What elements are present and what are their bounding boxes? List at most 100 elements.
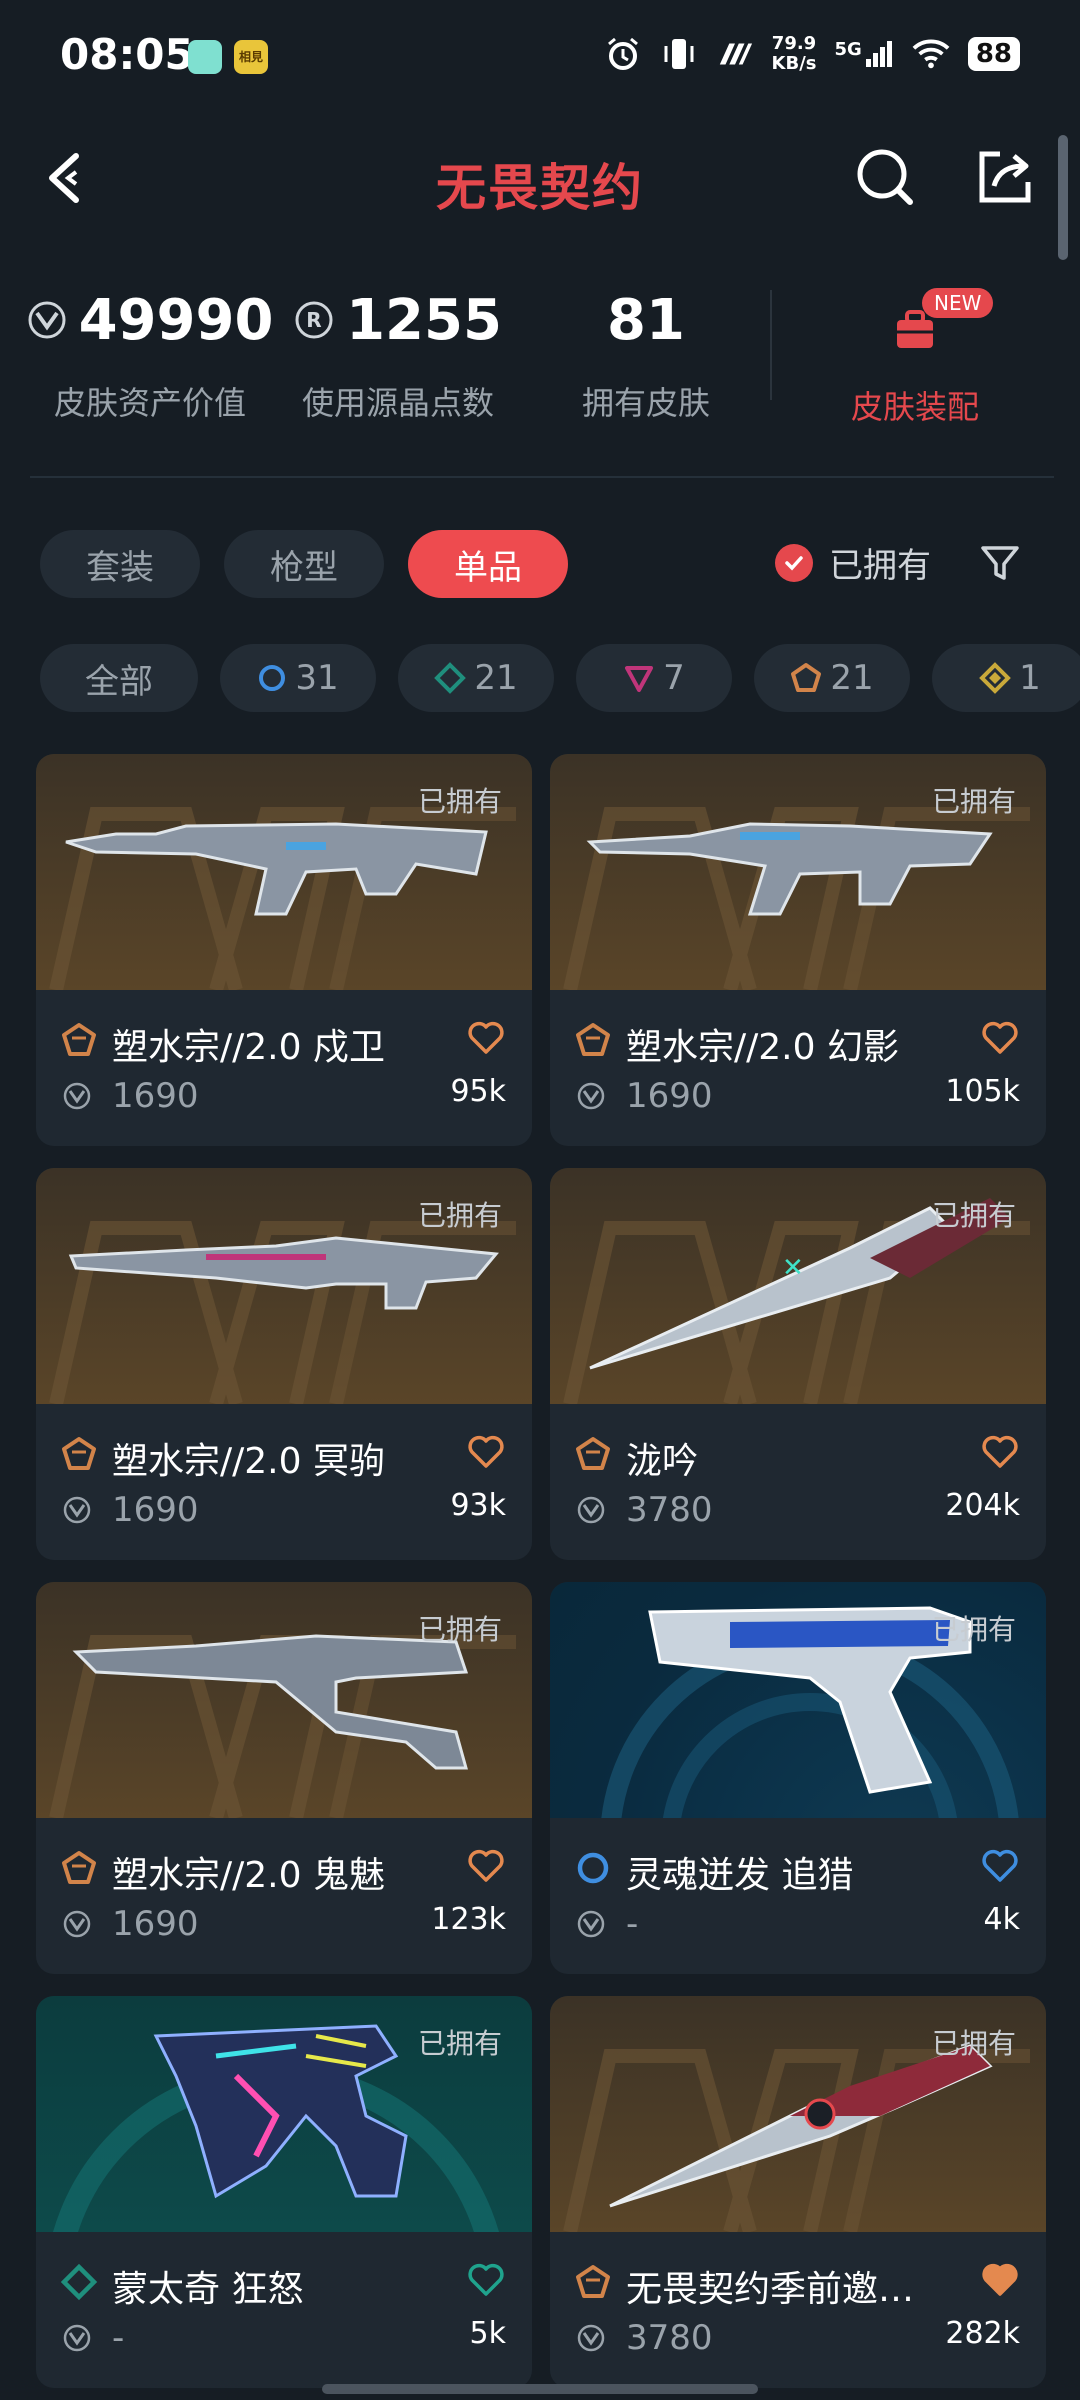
radianite-stat: R 1255 使用源晶点数 <box>268 280 528 424</box>
like-button[interactable] <box>980 1018 1020 1058</box>
exclusive-tier-icon <box>60 1849 98 1896</box>
chip-ultra-tier[interactable]: 1 <box>932 644 1080 712</box>
svg-text:R: R <box>306 308 321 332</box>
deluxe-tier-icon <box>434 662 467 694</box>
like-button[interactable] <box>466 1018 506 1058</box>
svg-text:✕: ✕ <box>782 1253 804 1283</box>
like-button[interactable] <box>980 1846 1020 1886</box>
check-icon <box>775 543 813 582</box>
tab-weapon-type[interactable]: 枪型 <box>224 530 384 598</box>
exclusive-tier-icon <box>60 1435 98 1482</box>
filter-button[interactable] <box>975 538 1025 588</box>
section-divider <box>30 476 1054 478</box>
skin-image: 已拥有 <box>36 1996 532 2232</box>
skin-price: 3780 <box>576 1490 713 1530</box>
price-value: 1690 <box>626 1076 713 1116</box>
radianite-label: 使用源晶点数 <box>301 384 494 422</box>
skin-price: 1690 <box>62 1076 199 1116</box>
home-indicator[interactable] <box>322 2384 758 2394</box>
valorant-point-icon <box>577 1910 605 1938</box>
like-button[interactable] <box>466 1846 506 1886</box>
owned-skins-label: 拥有皮肤 <box>581 384 710 422</box>
like-count: 123k <box>431 1902 506 1937</box>
valorant-point-icon <box>63 1082 91 1110</box>
owned-tag: 已拥有 <box>931 785 1016 818</box>
like-button[interactable] <box>980 1432 1020 1472</box>
skin-card[interactable]: 已拥有 塑水宗//2.0 戍卫 95k 1690 <box>36 754 532 1146</box>
chip-ultra-count: 1 <box>1019 658 1041 698</box>
chip-premium-tier[interactable]: 7 <box>576 644 732 712</box>
skin-image: 已拥有 <box>550 1582 1046 1818</box>
skin-name: 泷吟 <box>626 1441 699 1482</box>
asset-value-label: 皮肤资产价值 <box>53 384 246 422</box>
like-count: 93k <box>450 1488 506 1523</box>
share-icon <box>979 151 1031 203</box>
skin-card[interactable]: 已拥有 无畏契约季前邀… 282k 3780 <box>550 1996 1046 2388</box>
chip-exclusive-tier[interactable]: 21 <box>754 644 910 712</box>
like-count: 282k <box>945 2316 1020 2351</box>
chip-deluxe-tier[interactable]: 21 <box>398 644 554 712</box>
share-button[interactable] <box>970 142 1040 212</box>
skin-price: 3780 <box>576 2318 713 2358</box>
exclusive-tier-icon <box>574 2263 612 2310</box>
price-value: 1690 <box>112 1076 199 1116</box>
chip-select-tier[interactable]: 31 <box>220 644 376 712</box>
heart-icon <box>982 1849 1018 1882</box>
skin-name: 塑水宗//2.0 戍卫 <box>112 1027 385 1068</box>
like-button[interactable] <box>980 2260 1020 2300</box>
chip-all[interactable]: 全部 <box>40 644 198 712</box>
app-header: 无畏契约 <box>0 120 1080 240</box>
skin-card[interactable]: ✕ 已拥有 泷吟 204k 3780 <box>550 1168 1046 1560</box>
skin-card[interactable]: 已拥有 塑水宗//2.0 幻影 105k 1690 <box>550 754 1046 1146</box>
radianite-value: 1255 <box>346 287 502 353</box>
valorant-point-icon <box>577 1496 605 1524</box>
brand-icon <box>716 35 754 73</box>
chip-deluxe-count: 21 <box>474 658 518 698</box>
skin-title: 塑水宗//2.0 幻影 <box>574 1018 899 1070</box>
exclusive-tier-icon <box>574 1435 612 1482</box>
skin-card[interactable]: 已拥有 灵魂迸发 追猎 4k - <box>550 1582 1046 1974</box>
skin-card[interactable]: 已拥有 塑水宗//2.0 鬼魅 123k 1690 <box>36 1582 532 1974</box>
like-button[interactable] <box>466 2260 506 2300</box>
like-count: 95k <box>450 1074 506 1109</box>
heart-icon <box>468 1021 504 1054</box>
price-value: 3780 <box>626 2318 713 2358</box>
asset-value-stat: 49990 皮肤资产价值 <box>20 280 280 424</box>
like-count: 5k <box>469 2316 506 2351</box>
skin-name: 塑水宗//2.0 鬼魅 <box>112 1855 385 1896</box>
owned-filter-toggle[interactable]: 已拥有 <box>775 538 931 587</box>
price-value: - <box>626 1904 639 1944</box>
heart-icon <box>468 2263 504 2296</box>
exclusive-tier-icon <box>791 663 822 692</box>
new-badge: NEW <box>922 288 994 318</box>
select-tier-icon <box>259 665 286 691</box>
tab-bundle[interactable]: 套装 <box>40 530 200 598</box>
search-button[interactable] <box>850 142 920 212</box>
skin-card[interactable]: 已拥有 蒙太奇 狂怒 5k - <box>36 1996 532 2388</box>
skin-title: 泷吟 <box>574 1432 698 1484</box>
scrollbar[interactable] <box>1058 135 1068 260</box>
skin-loadout-button[interactable]: NEW 皮肤装配 <box>800 280 1030 428</box>
filter-icon <box>981 546 1019 580</box>
chip-premium-count: 7 <box>663 658 685 698</box>
price-value: 1690 <box>112 1490 199 1530</box>
deluxe-tier-icon <box>60 2263 98 2310</box>
skin-name: 塑水宗//2.0 冥驹 <box>112 1441 385 1482</box>
owned-tag: 已拥有 <box>931 2027 1016 2060</box>
chip-all-label: 全部 <box>85 661 153 702</box>
owned-skins-value: 81 <box>607 287 685 353</box>
price-value: 3780 <box>626 1490 713 1530</box>
owned-tag: 已拥有 <box>417 2027 502 2060</box>
owned-filter-label: 已拥有 <box>829 546 931 586</box>
loadout-label: 皮肤装配 <box>850 388 979 426</box>
skin-image: 已拥有 <box>36 1168 532 1404</box>
owned-skins-stat: 81 拥有皮肤 <box>516 280 776 424</box>
price-value: - <box>112 2318 125 2358</box>
skin-card[interactable]: 已拥有塑水宗//2.0 冥驹 93k 1690 <box>36 1168 532 1560</box>
tab-single-item[interactable]: 单品 <box>408 530 568 598</box>
chip-select-count: 31 <box>295 658 339 698</box>
battery-indicator: 88 <box>967 37 1020 71</box>
skin-price: - <box>576 1904 638 1944</box>
like-button[interactable] <box>466 1432 506 1472</box>
exclusive-tier-icon <box>60 1021 98 1068</box>
